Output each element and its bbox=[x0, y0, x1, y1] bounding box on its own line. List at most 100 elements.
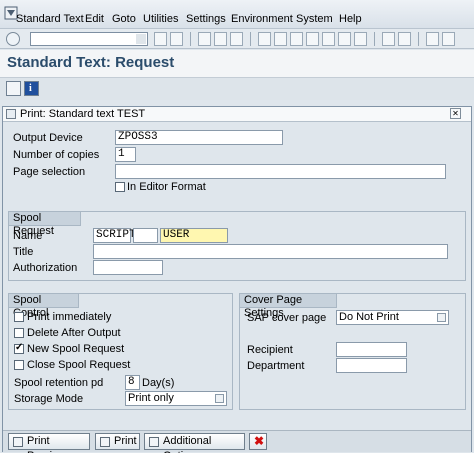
menu-settings[interactable]: Settings bbox=[186, 13, 226, 25]
print-immediately-checkbox[interactable] bbox=[14, 312, 24, 322]
menu-edit[interactable]: Edit bbox=[85, 13, 104, 25]
save-icon[interactable] bbox=[170, 32, 183, 46]
print-dialog: Print: Standard text TEST ✕ Output Devic… bbox=[2, 106, 472, 453]
next-page-icon[interactable] bbox=[338, 32, 351, 46]
new-spool-request-label: New Spool Request bbox=[27, 343, 125, 355]
title-label: Title bbox=[13, 246, 34, 258]
close-spool-request-label: Close Spool Request bbox=[27, 359, 131, 371]
first-page-icon[interactable] bbox=[306, 32, 319, 46]
cancel-x-icon: ✖ bbox=[254, 434, 265, 448]
department-label: Department bbox=[247, 360, 305, 372]
print-immediately-label: Print immediately bbox=[27, 311, 112, 323]
last-page-icon[interactable] bbox=[354, 32, 367, 46]
close-spool-request-checkbox[interactable] bbox=[14, 360, 24, 370]
layout-menu-icon[interactable] bbox=[442, 32, 455, 46]
dialog-button-bar: Print Preview Print Additional Options ✖ bbox=[3, 430, 471, 453]
authorization-input[interactable] bbox=[93, 260, 163, 275]
toolbar-separator bbox=[374, 32, 375, 46]
find-icon[interactable] bbox=[274, 32, 287, 46]
menu-environment[interactable]: Environment bbox=[231, 13, 293, 25]
page-title: Standard Text: Request bbox=[7, 54, 175, 71]
storage-mode-value: Print only bbox=[128, 392, 174, 404]
print-preview-label: Print Preview bbox=[27, 435, 66, 453]
copies-label: Number of copies bbox=[13, 149, 100, 161]
spool-retention-input[interactable]: 8 bbox=[125, 375, 140, 390]
print-label: Print bbox=[114, 435, 137, 447]
sap-cover-page-dropdown[interactable]: Do Not Print bbox=[336, 310, 449, 325]
command-dropdown-icon[interactable] bbox=[136, 34, 146, 44]
options-icon bbox=[149, 437, 159, 447]
menu-standard-text[interactable]: Standard Text bbox=[16, 13, 84, 25]
sap-cover-page-value: Do Not Print bbox=[339, 311, 399, 323]
additional-options-button[interactable]: Additional Options bbox=[144, 433, 245, 453]
spool-control-group: Spool Control Print immediately Delete A… bbox=[8, 293, 233, 410]
close-icon[interactable]: ✕ bbox=[450, 108, 461, 119]
new-session-icon[interactable] bbox=[382, 32, 395, 46]
recipient-label: Recipient bbox=[247, 344, 293, 356]
department-input[interactable] bbox=[336, 358, 407, 373]
enter-icon[interactable] bbox=[6, 32, 20, 46]
chevron-down-icon[interactable] bbox=[437, 313, 446, 322]
print-preview-icon bbox=[13, 437, 23, 447]
output-device-input[interactable]: ZPOSS3 bbox=[115, 130, 283, 145]
back-arrow-icon[interactable] bbox=[154, 32, 167, 46]
dialog-icon bbox=[6, 109, 16, 119]
page-selection-label: Page selection bbox=[13, 166, 86, 178]
cancel-icon[interactable] bbox=[230, 32, 243, 46]
help-icon[interactable] bbox=[426, 32, 439, 46]
dialog-header: Print: Standard text TEST ✕ bbox=[3, 107, 471, 122]
name-label: Name bbox=[13, 230, 43, 242]
find-next-icon[interactable] bbox=[290, 32, 303, 46]
page-selection-input[interactable] bbox=[115, 164, 446, 179]
shortcut-icon[interactable] bbox=[398, 32, 411, 46]
toolbar-separator bbox=[190, 32, 191, 46]
recipient-input[interactable] bbox=[336, 342, 407, 357]
output-device-label: Output Device bbox=[13, 132, 83, 144]
name-part2-input[interactable] bbox=[133, 228, 158, 243]
application-toolbar: i bbox=[0, 78, 474, 100]
menu-goto[interactable]: Goto bbox=[112, 13, 136, 25]
additional-options-label: Additional Options bbox=[163, 435, 212, 453]
spool-retention-unit: Day(s) bbox=[142, 377, 175, 389]
print-button[interactable]: Print bbox=[95, 433, 140, 450]
title-bar: Standard Text: Request bbox=[0, 50, 474, 78]
name-part3-input[interactable]: USER bbox=[160, 228, 228, 243]
cover-page-group: Cover Page Settings SAP cover page Do No… bbox=[239, 293, 466, 410]
print-preview-button[interactable]: Print Preview bbox=[8, 433, 90, 453]
menu-system[interactable]: System bbox=[296, 13, 333, 25]
delete-after-output-checkbox[interactable] bbox=[14, 328, 24, 338]
exit-icon[interactable] bbox=[214, 32, 227, 46]
title-input[interactable] bbox=[93, 244, 448, 259]
new-spool-request-checkbox[interactable] bbox=[14, 342, 24, 354]
spool-control-title: Spool Control bbox=[8, 293, 79, 319]
storage-mode-dropdown[interactable]: Print only bbox=[125, 391, 227, 406]
toolbar-separator bbox=[250, 32, 251, 46]
menu-help[interactable]: Help bbox=[339, 13, 362, 25]
sap-cover-page-label: SAP cover page bbox=[247, 312, 327, 324]
spool-retention-label: Spool retention pd bbox=[14, 377, 104, 389]
display-change-icon[interactable] bbox=[6, 81, 21, 96]
standard-toolbar bbox=[0, 29, 474, 49]
info-icon[interactable]: i bbox=[24, 81, 39, 96]
menu-bar: Standard Text Edit Goto Utilities Settin… bbox=[0, 0, 474, 29]
cover-page-title: Cover Page Settings bbox=[239, 293, 337, 319]
previous-page-icon[interactable] bbox=[322, 32, 335, 46]
storage-mode-label: Storage Mode bbox=[14, 393, 84, 405]
menu-utilities[interactable]: Utilities bbox=[143, 13, 178, 25]
spool-request-title: Spool Request bbox=[8, 211, 81, 237]
chevron-down-icon[interactable] bbox=[215, 394, 224, 403]
name-part1-input[interactable]: SCRIPT bbox=[93, 228, 136, 243]
print-icon[interactable] bbox=[258, 32, 271, 46]
cancel-button[interactable]: ✖ bbox=[249, 433, 267, 450]
command-field[interactable] bbox=[30, 32, 148, 46]
printer-icon bbox=[100, 437, 110, 447]
in-editor-format-checkbox[interactable] bbox=[115, 182, 125, 192]
copies-input[interactable]: 1 bbox=[115, 147, 136, 162]
in-editor-format-label: In Editor Format bbox=[127, 181, 206, 193]
authorization-label: Authorization bbox=[13, 262, 78, 274]
dialog-title: Print: Standard text TEST bbox=[20, 108, 146, 120]
spool-request-group: Spool Request Name SCRIPT USER Title Aut… bbox=[8, 211, 466, 281]
delete-after-output-label: Delete After Output bbox=[27, 327, 121, 339]
back-icon[interactable] bbox=[198, 32, 211, 46]
toolbar-separator bbox=[418, 32, 419, 46]
